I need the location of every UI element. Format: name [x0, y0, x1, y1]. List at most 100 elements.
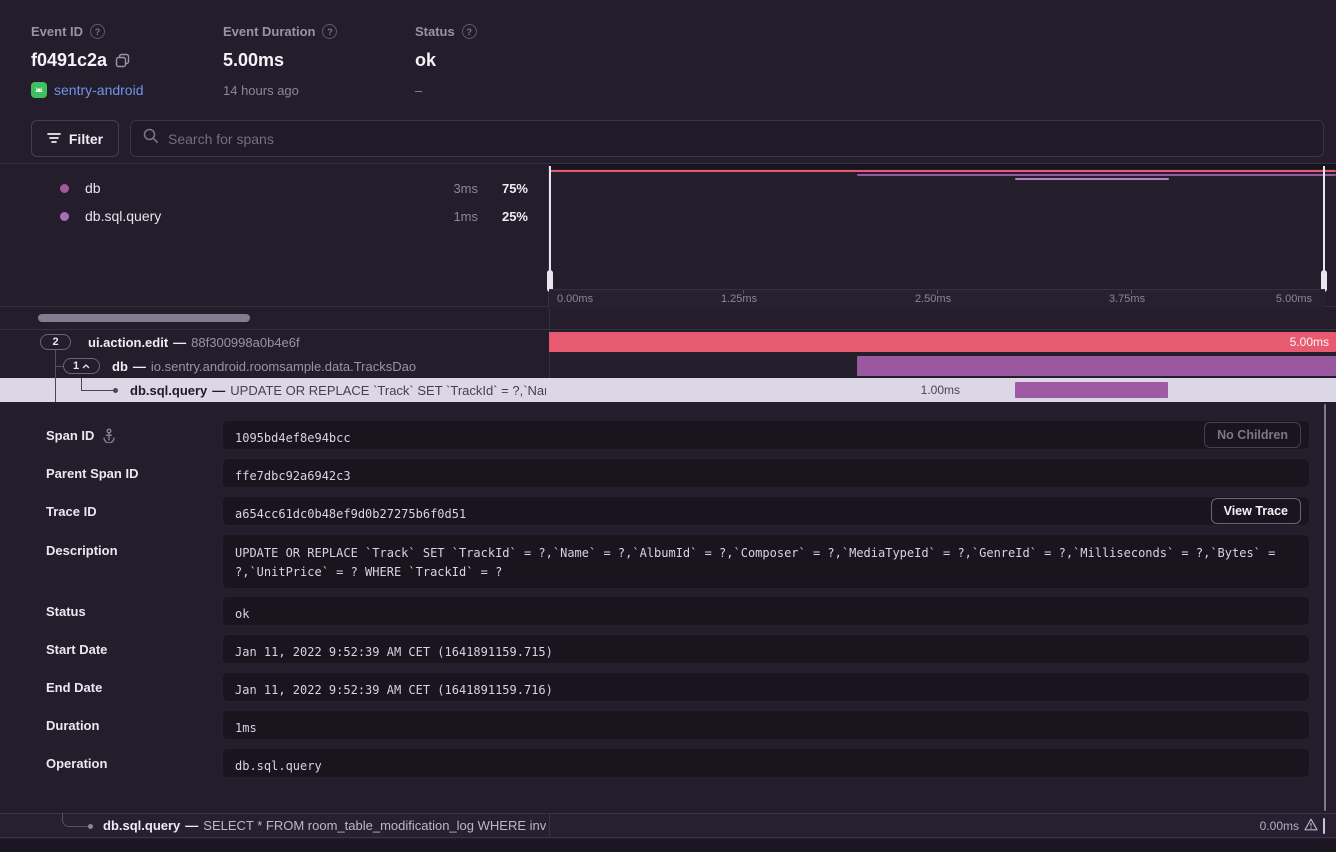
detail-label-span-id: Span ID	[46, 428, 116, 443]
anchor-icon[interactable]	[102, 428, 116, 443]
span-bar-db-sql-query[interactable]	[1015, 382, 1168, 398]
search-input[interactable]	[168, 131, 1311, 147]
span-waterfall: 2 ui.action.edit — 88f300998a0b4e6f 5.00…	[0, 330, 1336, 402]
op-percent: 25%	[490, 209, 528, 224]
span-search	[130, 120, 1324, 157]
trace-minimap: db 3ms 75% db.sql.query 1ms 25% 0.00ms	[0, 163, 1336, 307]
search-icon	[143, 128, 159, 149]
detail-value-description: UPDATE OR REPLACE `Track` SET `TrackId` …	[222, 534, 1310, 589]
help-icon[interactable]: ?	[322, 24, 337, 39]
minimap-chart[interactable]	[549, 164, 1336, 289]
minimap-header-strip	[549, 164, 1336, 169]
detail-label-description: Description	[46, 543, 118, 558]
span-op: db.sql.query	[130, 383, 207, 398]
op-name: db	[85, 180, 101, 196]
event-age: 14 hours ago	[223, 83, 337, 98]
help-icon[interactable]: ?	[90, 24, 105, 39]
event-id-metric: Event ID ? f0491c2a sentry-android	[31, 24, 144, 98]
minimap-span-ui-action-edit	[549, 170, 1336, 172]
span-row-db-sql-query-select[interactable]: db.sql.query — SELECT * FROM room_table_…	[0, 813, 1336, 838]
span-desc: SELECT * FROM room_table_modification_lo…	[203, 818, 546, 833]
op-duration: 3ms	[436, 181, 478, 196]
legend-item-db-sql-query[interactable]: db.sql.query 1ms 25%	[60, 206, 528, 226]
operations-breakdown: db 3ms 75% db.sql.query 1ms 25%	[0, 164, 549, 306]
span-bar-ui-action-edit[interactable]	[549, 332, 1336, 352]
span-toolbar: Filter	[31, 120, 1324, 157]
span-desc: UPDATE OR REPLACE `Track` SET `TrackId` …	[230, 383, 546, 398]
op-color-dot	[60, 212, 69, 221]
span-desc: 88f300998a0b4e6f	[191, 335, 299, 350]
span-children-badge-expanded[interactable]: 1	[63, 358, 100, 374]
detail-label-parent-span-id: Parent Span ID	[46, 466, 138, 481]
leaf-dot	[113, 388, 118, 393]
detail-value-parent-span-id: ffe7dbc92a6942c3	[222, 458, 1310, 488]
warning-icon	[1304, 818, 1318, 834]
span-detail-view: Event ID ? f0491c2a sentry-android Event…	[0, 0, 1336, 852]
span-children-badge[interactable]: 2	[40, 334, 71, 350]
span-duration: 0.00ms	[1260, 819, 1299, 833]
op-name: db.sql.query	[85, 208, 161, 224]
detail-label-trace-id: Trace ID	[46, 504, 97, 519]
detail-value-start-date: Jan 11, 2022 9:52:39 AM CET (1641891159.…	[222, 634, 1310, 664]
axis-tick: 2.50ms	[915, 290, 951, 308]
chevron-up-icon	[82, 364, 90, 369]
detail-value-span-id: 1095bd4ef8e94bcc No Children	[222, 420, 1310, 450]
op-color-dot	[60, 184, 69, 193]
tree-scroll-strip	[0, 308, 1336, 330]
horizontal-scrollbar[interactable]	[38, 314, 250, 322]
span-op: db	[112, 359, 128, 374]
copy-icon[interactable]	[115, 53, 130, 68]
detail-label-end-date: End Date	[46, 680, 102, 695]
viewport-handle-left[interactable]	[549, 166, 551, 274]
filter-button-label: Filter	[69, 131, 103, 147]
span-op: db.sql.query	[103, 818, 180, 833]
event-header: Event ID ? f0491c2a sentry-android Event…	[0, 0, 1336, 110]
event-duration-label: Event Duration	[223, 24, 315, 39]
detail-label-start-date: Start Date	[46, 642, 107, 657]
detail-value-trace-id: a654cc61dc0b48ef9d0b27275b6f0d51 View Tr…	[222, 496, 1310, 526]
span-desc: io.sentry.android.roomsample.data.Tracks…	[151, 359, 416, 374]
span-details-panel: Span ID 1095bd4ef8e94bcc No Children Par…	[0, 402, 1336, 813]
span-row-db-sql-query-selected[interactable]: db.sql.query — UPDATE OR REPLACE `Track`…	[0, 378, 1336, 402]
event-duration-metric: Event Duration ? 5.00ms 14 hours ago	[223, 24, 337, 98]
status-sub: –	[415, 83, 477, 98]
span-bar-db[interactable]	[857, 356, 1336, 376]
span-row-ui-action-edit[interactable]: 2 ui.action.edit — 88f300998a0b4e6f 5.00…	[0, 330, 1336, 354]
status-metric: Status ? ok –	[415, 24, 477, 98]
axis-tick: 0.00ms	[557, 290, 593, 308]
detail-label-duration: Duration	[46, 718, 99, 733]
view-trace-button[interactable]: View Trace	[1211, 498, 1301, 524]
status-value: ok	[415, 50, 436, 71]
axis-tick: 1.25ms	[721, 290, 757, 308]
span-op: ui.action.edit	[88, 335, 168, 350]
detail-value-operation: db.sql.query	[222, 748, 1310, 778]
op-duration: 1ms	[436, 209, 478, 224]
no-children-button[interactable]: No Children	[1204, 422, 1301, 448]
axis-tick: 5.00ms	[1276, 290, 1312, 308]
project-link[interactable]: sentry-android	[54, 82, 144, 98]
detail-value-end-date: Jan 11, 2022 9:52:39 AM CET (1641891159.…	[222, 672, 1310, 702]
filter-button[interactable]: Filter	[31, 120, 119, 157]
viewport-handle-right[interactable]	[1323, 166, 1325, 274]
op-percent: 75%	[490, 181, 528, 196]
span-duration: 5.00ms	[1290, 330, 1329, 354]
minimap-span-db-sql-query	[1015, 178, 1169, 180]
status-label: Status	[415, 24, 455, 39]
help-icon[interactable]: ?	[462, 24, 477, 39]
android-platform-icon	[31, 82, 47, 98]
span-duration: 1.00ms	[904, 378, 960, 402]
detail-label-operation: Operation	[46, 756, 107, 771]
span-row-db[interactable]: 1 db — io.sentry.android.roomsample.data…	[0, 354, 1336, 378]
filter-icon	[47, 131, 61, 147]
detail-label-status: Status	[46, 604, 86, 619]
zero-duration-marker	[1323, 818, 1325, 834]
vertical-scrollbar[interactable]	[1324, 404, 1326, 811]
leaf-dot	[88, 824, 93, 829]
axis-tick: 3.75ms	[1109, 290, 1145, 308]
legend-item-db[interactable]: db 3ms 75%	[60, 178, 528, 198]
page-bottom-strip	[0, 839, 1336, 852]
minimap-span-db	[857, 174, 1336, 176]
detail-value-duration: 1ms	[222, 710, 1310, 740]
event-id-label: Event ID	[31, 24, 83, 39]
tree-elbow-connector	[62, 813, 90, 827]
